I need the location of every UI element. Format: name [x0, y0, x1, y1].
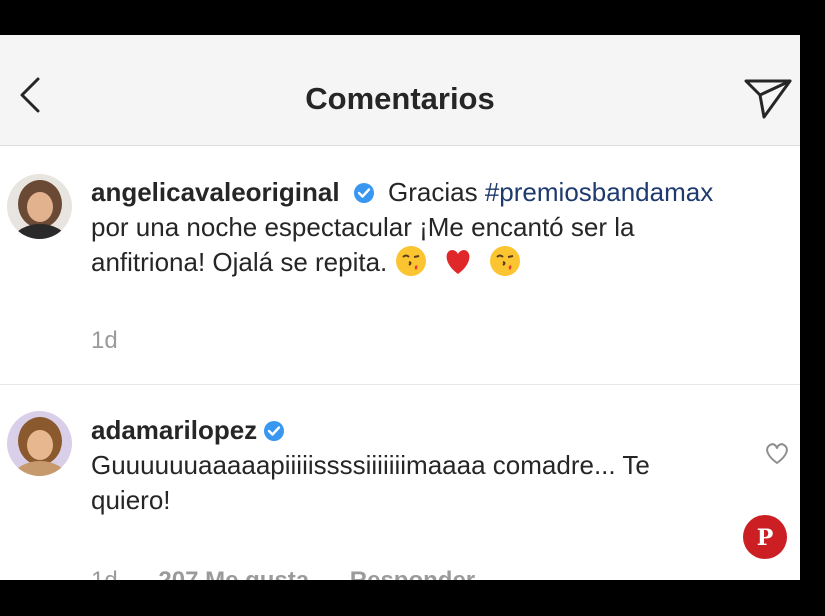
avatar[interactable]	[7, 411, 72, 476]
comment-meta: 1d 207 Me gusta Responder	[91, 567, 509, 580]
comment-time: 1d	[91, 327, 118, 354]
comment-text: adamarilopez Guuuuuuaaaaapiiiiissssiiiii…	[91, 413, 731, 518]
comment-text-rest: por una noche espectacular ¡Me encantó s…	[91, 212, 635, 277]
screen-edge	[800, 35, 825, 580]
kiss-emoji	[395, 246, 426, 276]
svg-text:P: P	[757, 525, 774, 551]
kiss-emoji	[489, 246, 520, 276]
reply-comment: adamarilopez Guuuuuuaaaaapiiiiissssiiiii…	[0, 385, 800, 580]
comments-screen: Comentarios angelicavaleoriginal Gracias…	[0, 35, 800, 580]
heart-icon[interactable]	[763, 440, 791, 466]
comments-header: Comentarios	[0, 35, 800, 146]
pinterest-icon: P	[757, 525, 774, 551]
avatar[interactable]	[7, 174, 72, 239]
pinterest-button[interactable]: P	[743, 515, 787, 559]
comment-username[interactable]: adamarilopez	[91, 415, 257, 445]
verified-badge-icon	[264, 421, 285, 441]
comment-username[interactable]: angelicavaleoriginal	[91, 177, 340, 207]
paper-plane-icon[interactable]	[742, 75, 794, 119]
comment-text-start: Gracias	[388, 177, 478, 207]
comment-time: 1d	[91, 567, 118, 580]
likes-count[interactable]: 207 Me gusta	[158, 567, 309, 580]
reply-button[interactable]: Responder	[350, 567, 475, 580]
comment-meta: 1d	[91, 327, 152, 355]
page-title: Comentarios	[305, 81, 495, 116]
red-heart-emoji	[446, 250, 470, 274]
caption-comment: angelicavaleoriginal Gracias #premiosban…	[0, 145, 800, 384]
comment-text: angelicavaleoriginal Gracias #premiosban…	[91, 175, 731, 280]
comment-body: Guuuuuuaaaaapiiiiissssiiiiiiimaaaa comad…	[91, 450, 650, 515]
verified-badge-icon	[353, 183, 374, 203]
hashtag-link[interactable]: #premiosbandamax	[485, 177, 713, 207]
